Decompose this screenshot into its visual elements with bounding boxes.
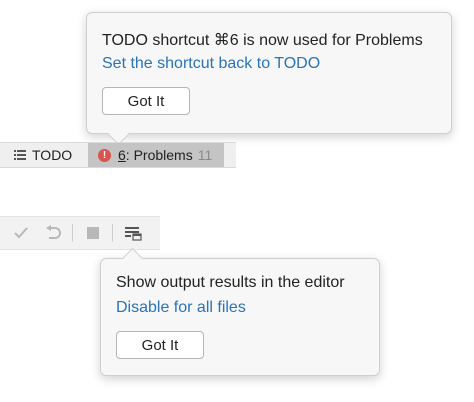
problems-count: 11 — [197, 147, 213, 163]
output-editor-icon[interactable] — [122, 223, 144, 243]
problems-label: : Problems — [125, 147, 193, 163]
undo-icon — [42, 223, 64, 243]
restore-shortcut-link[interactable]: Set the shortcut back to TODO — [102, 55, 320, 73]
popup-pointer — [121, 247, 144, 270]
list-icon — [14, 150, 26, 160]
disable-for-all-files-link[interactable]: Disable for all files — [116, 299, 246, 317]
problems-mnemonic: 6 — [118, 147, 126, 163]
todo-shortcut-popup: TODO shortcut ⌘6 is now used for Problem… — [86, 12, 452, 146]
error-icon: ! — [98, 148, 111, 162]
todo-tool-window-button[interactable]: TODO — [14, 143, 72, 167]
popup-message: Show output results in the editor — [116, 274, 345, 291]
toolbar-separator — [72, 224, 73, 242]
todo-label: TODO — [32, 147, 73, 163]
output-editor-popup: Show output results in the editor Disabl… — [100, 247, 380, 376]
got-it-button[interactable]: Got It — [102, 87, 190, 115]
check-icon — [10, 223, 32, 243]
toolbar-separator — [112, 224, 113, 242]
action-toolbar — [0, 216, 160, 250]
stop-icon — [82, 223, 104, 243]
popup-message: TODO shortcut ⌘6 is now used for Problem… — [102, 32, 423, 49]
got-it-button[interactable]: Got It — [116, 331, 204, 359]
tool-window-bar: TODO ! 6: Problems 11 — [0, 142, 236, 168]
problems-tool-window-button[interactable]: ! 6: Problems 11 — [88, 143, 224, 167]
